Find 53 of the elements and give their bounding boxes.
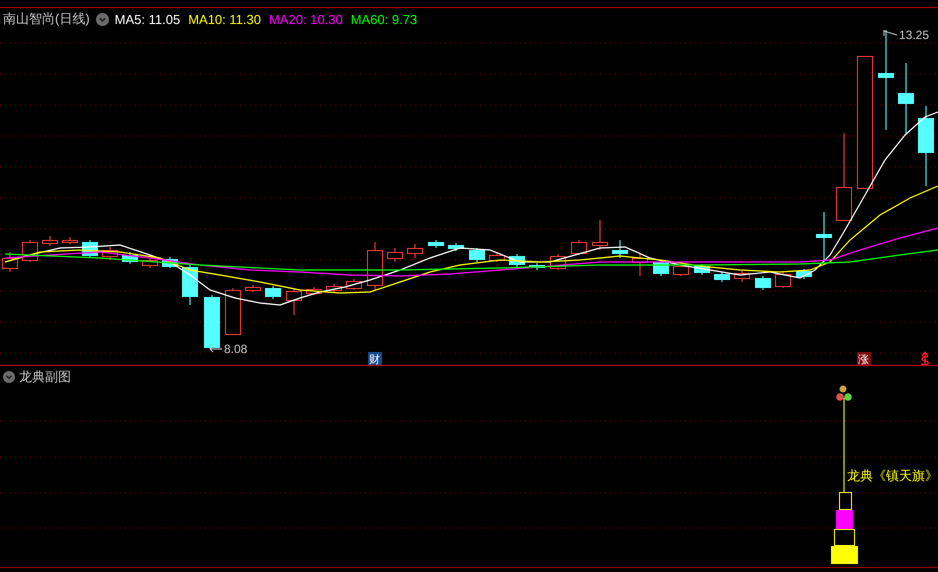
candlestick: [102, 246, 118, 260]
high-price-label: 13.25: [899, 30, 930, 42]
candlestick: [62, 236, 78, 244]
candlestick: [162, 256, 178, 268]
candlestick: [796, 268, 812, 280]
candlestick: [632, 254, 648, 276]
candlestick: [428, 240, 444, 248]
candlestick: [204, 294, 220, 348]
candlestick: [571, 240, 587, 256]
candlestick: [122, 252, 138, 264]
indicator-title: 龙典副图: [19, 368, 71, 386]
candlestick: [225, 288, 241, 335]
candlestick: [346, 278, 362, 290]
candlestick: [286, 288, 302, 316]
moving-average-label: MA10: 11.30: [188, 12, 261, 26]
candlestick: [387, 248, 403, 262]
candlestick: [245, 284, 261, 292]
candlestick: [816, 212, 832, 262]
candlestick: [182, 264, 198, 306]
candlestick: [673, 264, 689, 276]
candlestick: [142, 258, 158, 268]
candlestick: [612, 240, 628, 258]
candlestick: [265, 286, 281, 300]
candlestick: [448, 242, 464, 252]
candlestick: [306, 286, 322, 296]
chevron-down-icon[interactable]: [96, 12, 109, 26]
arrow-left-icon: [209, 346, 222, 352]
signal-label: 龙典《镇天旗》: [847, 468, 938, 483]
candlestick: [489, 252, 505, 262]
candlestick: [2, 252, 18, 272]
event-marker[interactable]: 财: [368, 352, 382, 365]
candlestick: [592, 220, 608, 250]
low-price-label: 8.08: [224, 342, 248, 356]
moving-average-label: MA60: 9.73: [350, 12, 418, 26]
dollar-arrow-icon: [920, 351, 929, 365]
stock-title: 南山智尚(日线): [3, 10, 90, 28]
candlestick: [509, 254, 525, 268]
pointer-line-icon: [884, 30, 898, 36]
candlestick: [694, 264, 710, 276]
candlestick: [775, 272, 791, 288]
candlestick: [42, 236, 58, 246]
chevron-down-icon[interactable]: [3, 371, 15, 383]
candlestick: [469, 248, 485, 262]
candlestick: [714, 272, 730, 282]
candlestick: [734, 270, 750, 282]
candlestick: [529, 262, 545, 270]
moving-average-label: MA20: 10.30: [268, 12, 343, 26]
event-marker[interactable]: 涨: [857, 352, 871, 365]
candlestick: [326, 284, 342, 292]
moving-average-label: MA5: 11.05: [114, 12, 180, 26]
candlestick: [407, 244, 423, 258]
candlestick: [367, 242, 383, 290]
candlestick: [755, 276, 771, 290]
